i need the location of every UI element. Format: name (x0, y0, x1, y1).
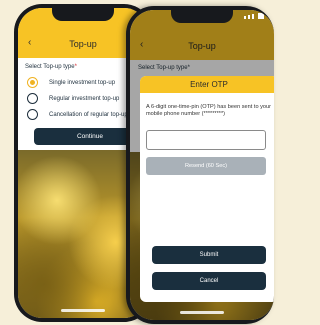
topup-type-label: Select Top-up type* (25, 64, 77, 70)
radio-option-cancellation[interactable]: Cancellation of regular top-up (27, 109, 128, 120)
otp-screen: ‹ Top-up Select Top-up type* Enter OTP A… (130, 10, 274, 320)
radio-label: Single investment top-up (49, 79, 116, 86)
radio-option-regular[interactable]: Regular investment top-up (27, 93, 119, 104)
radio-unselected-icon[interactable] (27, 109, 38, 120)
otp-modal-title: Enter OTP (140, 76, 274, 93)
otp-input[interactable] (146, 130, 266, 150)
phone-frame-right: ‹ Top-up Select Top-up type* Enter OTP A… (126, 6, 274, 324)
home-indicator (180, 311, 224, 314)
required-mark: * (74, 64, 77, 70)
resend-button[interactable]: Resend (60 Sec) (146, 157, 266, 175)
radio-option-single[interactable]: Single investment top-up (27, 77, 115, 88)
otp-modal: Enter OTP A 6-digit one-time-pin (OTP) h… (140, 76, 274, 302)
phone-notch (171, 10, 233, 23)
submit-button[interactable]: Submit (152, 246, 266, 264)
cancel-button[interactable]: Cancel (152, 272, 266, 290)
radio-selected-icon[interactable] (27, 77, 38, 88)
radio-unselected-icon[interactable] (27, 93, 38, 104)
home-indicator (61, 309, 105, 312)
phone-notch (52, 8, 114, 21)
otp-message: A 6-digit one-time-pin (OTP) has been se… (146, 104, 271, 117)
radio-label: Cancellation of regular top-up (49, 111, 128, 118)
signal-icon (244, 13, 264, 19)
radio-label: Regular investment top-up (49, 95, 120, 102)
